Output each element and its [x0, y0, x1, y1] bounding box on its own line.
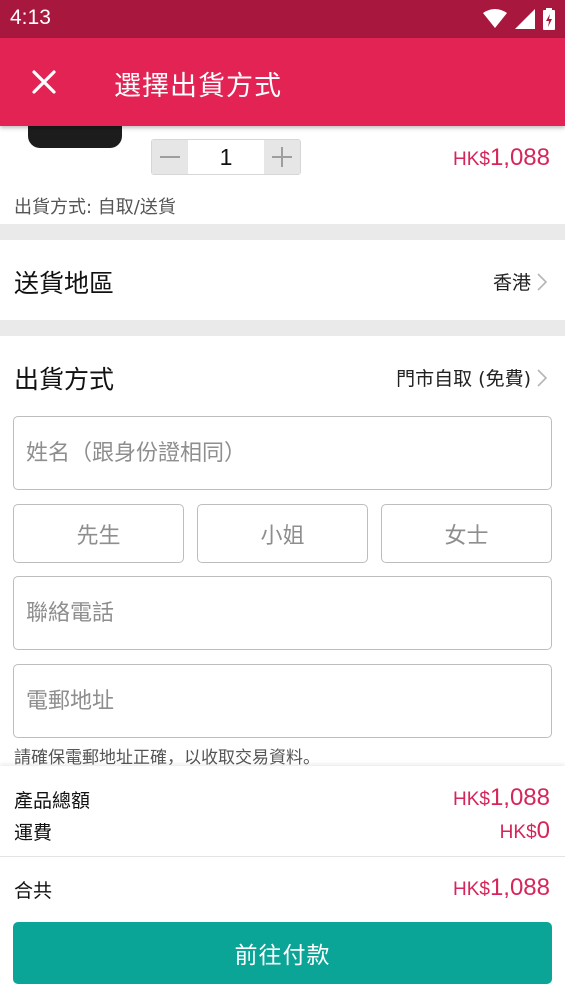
delivery-region-label: 送貨地區 — [14, 269, 115, 298]
close-button[interactable] — [28, 66, 60, 98]
total-amount: 1,088 — [489, 874, 550, 901]
email-field-box — [13, 664, 552, 738]
status-bar: 4:13 — [0, 0, 565, 38]
delivery-region-text: 香港 — [492, 272, 531, 294]
status-icons — [483, 8, 555, 30]
shipping-fee-label: 運費 — [14, 822, 53, 844]
title-option-ms[interactable]: 女士 — [381, 504, 552, 563]
total-label: 合共 — [14, 880, 53, 902]
shipping-method-label: 出貨方式 — [14, 365, 115, 394]
shipping-note: 出貨方式: 自取/送貨 — [14, 197, 176, 218]
battery-icon — [543, 8, 555, 30]
subtotal-amount: 1,088 — [489, 784, 550, 811]
close-icon — [32, 70, 56, 94]
page-title: 選擇出貨方式 — [114, 71, 282, 102]
increase-button[interactable] — [264, 140, 300, 174]
shipping-method-text: 門市自取 (免費) — [396, 368, 531, 390]
wifi-icon — [483, 9, 507, 28]
shipping-fee-currency: HK$ — [499, 822, 537, 843]
decrease-button[interactable] — [152, 140, 188, 174]
title-option-miss[interactable]: 小姐 — [197, 504, 368, 563]
app-bar: 選擇出貨方式 — [0, 38, 565, 126]
proceed-to-payment-button[interactable]: 前往付款 — [13, 922, 552, 984]
name-field[interactable] — [26, 417, 539, 489]
status-time: 4:13 — [10, 6, 51, 29]
phone-field-box — [13, 576, 552, 650]
product-price-amount: 1,088 — [489, 144, 550, 171]
delivery-region-value[interactable]: 香港 — [493, 268, 547, 295]
summary-divider — [0, 856, 565, 857]
total-value: HK$1,088 — [453, 874, 550, 902]
subtotal-value: HK$1,088 — [453, 784, 550, 812]
quantity-value[interactable]: 1 — [188, 140, 264, 174]
chevron-right-icon — [537, 368, 547, 387]
product-price: HK$1,088 — [453, 144, 550, 172]
section-divider — [0, 320, 565, 336]
shipping-fee-amount: 0 — [536, 817, 550, 844]
email-field[interactable] — [26, 665, 539, 737]
email-hint: 請確保電郵地址正確，以收取交易資料。 — [14, 748, 320, 768]
phone-field[interactable] — [26, 577, 539, 649]
shipping-method-value[interactable]: 門市自取 (免費) — [396, 364, 547, 391]
subtotal-label: 產品總額 — [14, 790, 91, 812]
total-currency: HK$ — [452, 879, 490, 900]
order-summary: 產品總額 HK$1,088 運費 HK$0 合共 HK$1,088 前往付款 — [0, 766, 565, 1004]
signal-icon — [515, 9, 535, 29]
minus-icon — [160, 156, 180, 158]
chevron-right-icon — [537, 272, 547, 291]
section-divider — [0, 224, 565, 240]
plus-icon — [272, 147, 292, 167]
name-field-box — [13, 416, 552, 490]
title-option-mr[interactable]: 先生 — [13, 504, 184, 563]
subtotal-currency: HK$ — [452, 789, 490, 810]
product-price-currency: HK$ — [452, 149, 490, 170]
quantity-stepper: 1 — [151, 139, 301, 175]
shipping-fee-value: HK$0 — [500, 817, 550, 845]
